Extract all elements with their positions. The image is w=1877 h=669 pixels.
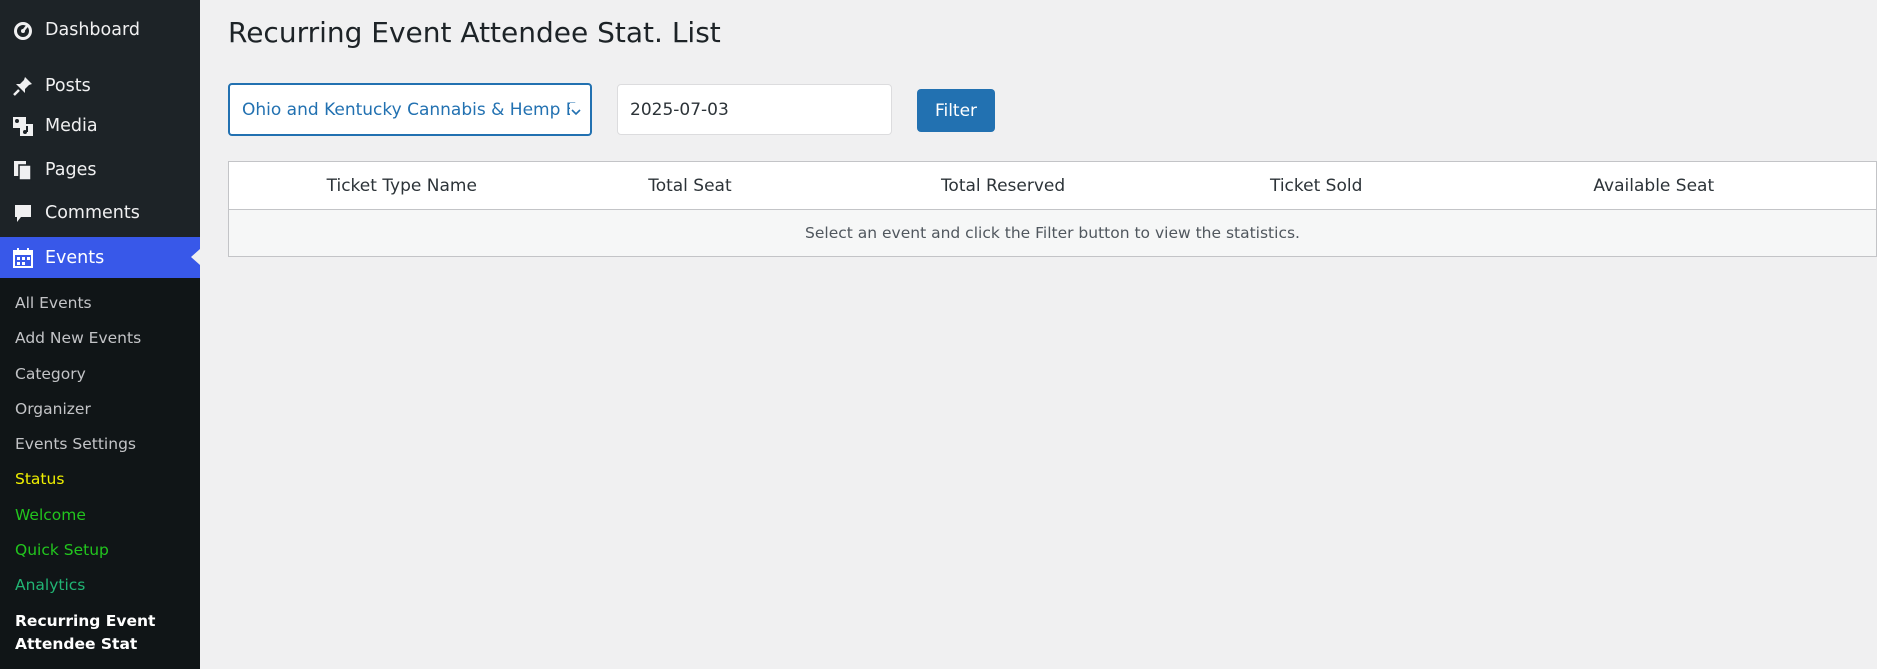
column-header: Total Reserved xyxy=(805,161,1201,210)
stats-table: Ticket Type Name Total Seat Total Reserv… xyxy=(228,161,1877,257)
table-row: Select an event and click the Filter but… xyxy=(228,209,1877,257)
event-select-value: Ohio and Kentucky Cannabis & Hemp Expo xyxy=(242,99,578,120)
menu-item-events[interactable]: Events xyxy=(0,237,200,278)
submenu-quick-setup[interactable]: Quick Setup xyxy=(15,539,109,562)
events-submenu: All Events Add New Events Category Organ… xyxy=(0,278,200,669)
pin-icon xyxy=(12,75,34,97)
filter-button[interactable]: Filter xyxy=(917,89,995,132)
column-header: Ticket Type Name xyxy=(228,161,575,210)
column-header: Total Seat xyxy=(574,161,806,210)
menu-label: Media xyxy=(45,116,98,136)
submenu-add-new-events[interactable]: Add New Events xyxy=(15,327,141,350)
menu-label: Pages xyxy=(45,160,97,180)
dashboard-icon xyxy=(12,19,34,41)
submenu-organizer[interactable]: Organizer xyxy=(15,398,91,421)
submenu-recurring-event-attendee-stat[interactable]: Recurring Event Attendee Stat xyxy=(15,610,165,656)
submenu-category[interactable]: Category xyxy=(15,363,86,386)
submenu-events-settings[interactable]: Events Settings xyxy=(15,433,136,456)
date-input[interactable] xyxy=(617,84,892,135)
submenu-status[interactable]: Status xyxy=(15,468,64,491)
menu-item-media[interactable]: Media xyxy=(0,106,200,146)
page-title: Recurring Event Attendee Stat. List xyxy=(228,16,721,49)
menu-item-pages[interactable]: Pages xyxy=(0,150,200,190)
menu-label: Posts xyxy=(45,76,91,96)
submenu-analytics[interactable]: Analytics xyxy=(15,574,85,597)
menu-label: Dashboard xyxy=(45,20,140,40)
table-header-row: Ticket Type Name Total Seat Total Reserv… xyxy=(228,161,1877,210)
empty-message: Select an event and click the Filter but… xyxy=(228,209,1877,257)
submenu-welcome[interactable]: Welcome xyxy=(15,504,86,527)
calendar-icon xyxy=(12,247,34,269)
admin-sidebar: Dashboard Posts Media Pages Comments Eve… xyxy=(0,0,200,669)
menu-label: Comments xyxy=(45,203,140,223)
chevron-down-icon xyxy=(570,103,582,116)
menu-label: Events xyxy=(45,247,105,268)
pages-icon xyxy=(12,159,34,181)
menu-item-dashboard[interactable]: Dashboard xyxy=(0,10,200,50)
media-icon xyxy=(12,115,34,137)
comment-icon xyxy=(12,202,34,224)
event-select[interactable]: Ohio and Kentucky Cannabis & Hemp Expo xyxy=(228,83,592,136)
menu-item-posts[interactable]: Posts xyxy=(0,66,200,106)
column-header: Ticket Sold xyxy=(1200,161,1432,210)
submenu-all-events[interactable]: All Events xyxy=(15,292,92,315)
column-header: Available Seat xyxy=(1431,161,1877,210)
menu-item-comments[interactable]: Comments xyxy=(0,193,200,233)
